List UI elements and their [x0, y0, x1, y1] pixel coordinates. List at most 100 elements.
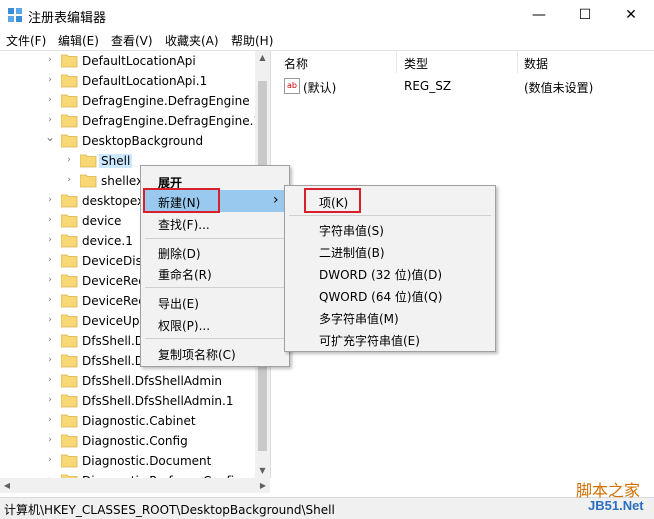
- expand-chevron-icon[interactable]: ›: [45, 375, 55, 385]
- tree-item-label: device: [82, 214, 122, 228]
- tree-item[interactable]: ⌄ DesktopBackground: [0, 131, 256, 151]
- submenu-item-binary-value[interactable]: 二进制值(B): [285, 240, 495, 262]
- expand-chevron-icon[interactable]: ›: [45, 455, 55, 465]
- expand-chevron-icon[interactable]: ›: [45, 235, 55, 245]
- folder-icon: [61, 434, 78, 448]
- expand-chevron-icon[interactable]: ›: [45, 395, 55, 405]
- column-header-name[interactable]: 名称: [284, 55, 308, 72]
- tree-item-label: Diagnostic.Config: [82, 434, 188, 448]
- folder-icon: [61, 94, 78, 108]
- context-item-label: 删除(D): [158, 247, 201, 261]
- expand-chevron-icon[interactable]: ›: [45, 195, 55, 205]
- context-item-delete[interactable]: 删除(D): [141, 241, 289, 263]
- tree-item-label: DefragEngine.DefragEngine.1: [82, 114, 262, 128]
- submenu-item-label: QWORD (64 位)值(Q): [319, 290, 443, 304]
- menu-separator: [145, 287, 285, 288]
- tree-item[interactable]: › Diagnostic.Cabinet: [0, 411, 256, 431]
- annotation-highlight-new: [143, 188, 220, 213]
- menu-separator: [145, 238, 285, 239]
- menu-view[interactable]: 查看(V): [111, 32, 153, 49]
- expand-chevron-icon[interactable]: ›: [45, 95, 55, 105]
- context-item-permissions[interactable]: 权限(P)...: [141, 313, 289, 335]
- folder-icon: [61, 334, 78, 348]
- column-divider[interactable]: [517, 51, 518, 73]
- submenu-arrow-icon: ›: [273, 192, 279, 208]
- tree-item[interactable]: › DfsShell.DfsShellAdmin.1: [0, 391, 256, 411]
- annotation-highlight-key: [304, 188, 361, 213]
- tree-item[interactable]: › DefaultLocationApi.1: [0, 71, 256, 91]
- expand-chevron-icon[interactable]: ›: [45, 335, 55, 345]
- context-item-label: 权限(P)...: [158, 319, 211, 333]
- folder-icon: [61, 214, 78, 228]
- tree-horizontal-scrollbar[interactable]: ◀ ▶: [0, 478, 270, 493]
- context-item-copy-key-name[interactable]: 复制项名称(C): [141, 342, 289, 364]
- submenu-item-label: 二进制值(B): [319, 246, 385, 260]
- menu-file[interactable]: 文件(F): [6, 32, 46, 49]
- context-item-label: 导出(E): [158, 297, 199, 311]
- expand-chevron-icon[interactable]: ›: [45, 55, 55, 65]
- tree-item[interactable]: › Diagnostic.Config: [0, 431, 256, 451]
- column-divider[interactable]: [396, 51, 397, 73]
- context-item-export[interactable]: 导出(E): [141, 291, 289, 313]
- submenu-item-label: 可扩充字符串值(E): [319, 334, 420, 348]
- folder-icon: [61, 194, 78, 208]
- value-data: (数值未设置): [524, 81, 594, 95]
- expand-chevron-icon[interactable]: ›: [45, 75, 55, 85]
- menu-help[interactable]: 帮助(H): [231, 32, 273, 49]
- submenu-item-string-value[interactable]: 字符串值(S): [285, 218, 495, 240]
- folder-icon: [61, 374, 78, 388]
- expand-chevron-icon[interactable]: ›: [45, 415, 55, 425]
- submenu-item-expandable-string-value[interactable]: 可扩充字符串值(E): [285, 328, 495, 350]
- tree-item[interactable]: › Diagnostic.Document: [0, 451, 256, 471]
- column-header-data[interactable]: 数据: [524, 55, 548, 72]
- expand-chevron-icon[interactable]: ›: [45, 295, 55, 305]
- close-button[interactable]: ✕: [608, 0, 654, 30]
- collapse-chevron-icon[interactable]: ⌄: [45, 131, 55, 143]
- submenu-item-qword-value[interactable]: QWORD (64 位)值(Q): [285, 284, 495, 306]
- tree-item[interactable]: › DfsShell.DfsShellAdmin: [0, 371, 256, 391]
- expand-chevron-icon[interactable]: ›: [45, 355, 55, 365]
- minimize-button[interactable]: —: [516, 0, 562, 30]
- folder-icon: [61, 134, 78, 148]
- context-item-find[interactable]: 查找(F)...: [141, 212, 289, 234]
- expand-chevron-icon[interactable]: ›: [45, 435, 55, 445]
- expand-chevron-icon[interactable]: ›: [45, 275, 55, 285]
- maximize-button[interactable]: ☐: [562, 0, 608, 30]
- context-item-rename[interactable]: 重命名(R): [141, 262, 289, 284]
- submenu-item-multi-string-value[interactable]: 多字符串值(M): [285, 306, 495, 328]
- expand-chevron-icon[interactable]: ›: [64, 175, 74, 185]
- expand-chevron-icon[interactable]: ›: [45, 115, 55, 125]
- tree-item-label: Diagnostic.Document: [82, 454, 212, 468]
- scroll-left-arrow-icon[interactable]: ◀: [0, 478, 14, 493]
- context-item-label: 重命名(R): [158, 268, 212, 282]
- folder-icon: [61, 454, 78, 468]
- tree-item[interactable]: › DefragEngine.DefragEngine: [0, 91, 256, 111]
- menu-edit[interactable]: 编辑(E): [58, 32, 99, 49]
- folder-icon: [80, 174, 97, 188]
- status-bar: 计算机\HKEY_CLASSES_ROOT\DesktopBackground\…: [0, 497, 654, 519]
- watermark-url: JB51.Net: [588, 498, 644, 513]
- value-type: REG_SZ: [404, 79, 452, 93]
- scroll-right-arrow-icon[interactable]: ▶: [256, 478, 270, 493]
- menu-favorites[interactable]: 收藏夹(A): [165, 32, 219, 49]
- folder-icon: [61, 74, 78, 88]
- tree-item[interactable]: › DefragEngine.DefragEngine.1: [0, 111, 261, 131]
- expand-chevron-icon[interactable]: ›: [45, 215, 55, 225]
- tree-item[interactable]: › DefaultLocationApi: [0, 51, 256, 71]
- expand-chevron-icon[interactable]: ›: [64, 155, 74, 165]
- string-value-icon: ab: [284, 78, 300, 94]
- submenu-item-dword-value[interactable]: DWORD (32 位)值(D): [285, 262, 495, 284]
- expand-chevron-icon[interactable]: ›: [45, 315, 55, 325]
- scroll-down-arrow-icon[interactable]: ▼: [255, 464, 270, 478]
- expand-chevron-icon[interactable]: ›: [45, 255, 55, 265]
- submenu-item-label: 字符串值(S): [319, 224, 384, 238]
- folder-icon: [61, 394, 78, 408]
- folder-icon: [61, 114, 78, 128]
- tree-item[interactable]: ›Diagnostic.Perfmon.Config: [0, 471, 256, 478]
- value-name: (默认): [303, 81, 337, 95]
- scroll-up-arrow-icon[interactable]: ▲: [255, 51, 270, 65]
- tree-item-label: device.1: [82, 234, 133, 248]
- window-title: 注册表编辑器: [28, 11, 107, 26]
- title-bar: 注册表编辑器 — ☐ ✕: [0, 0, 654, 30]
- column-header-type[interactable]: 类型: [404, 55, 428, 72]
